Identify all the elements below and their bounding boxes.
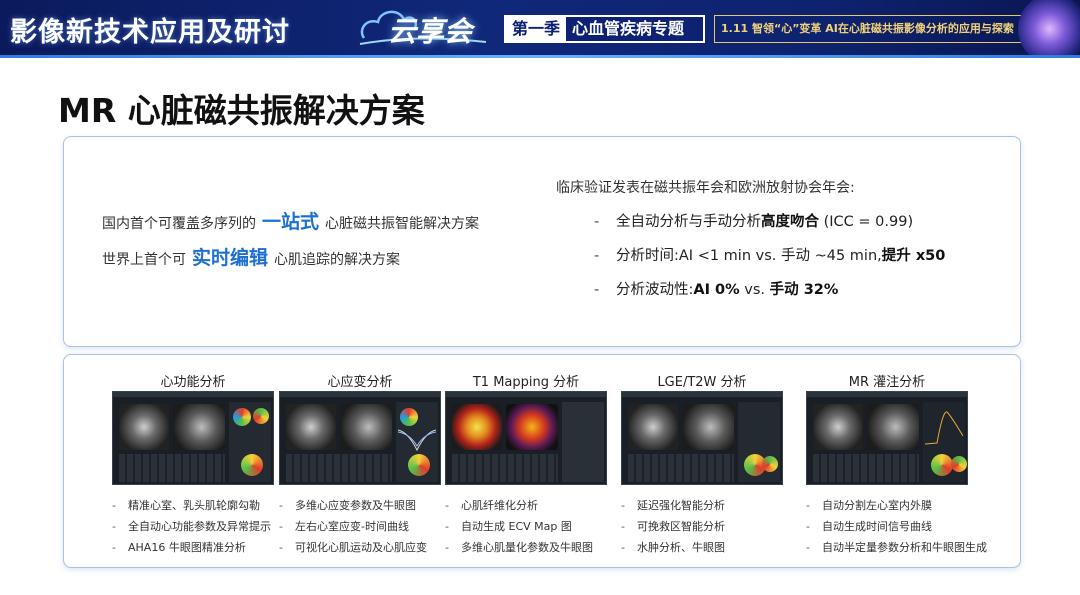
clinical-item: - 分析时间:AI <1 min vs. 手动 ~45 min,提升 x50 xyxy=(594,244,945,265)
list-item: - 可挽救区智能分析 xyxy=(621,520,725,533)
topic-label: 心血管疾病专题 xyxy=(572,19,685,38)
solution-summary-panel: 国内首个可覆盖多序列的 一站式 心脏磁共振智能解决方案 世界上首个可 实时编辑 … xyxy=(63,136,1021,347)
feature-line-2: 世界上首个可 实时编辑 心肌追踪的解决方案 xyxy=(102,243,400,270)
strain-screenshot-icon xyxy=(279,391,441,485)
clinical-text: 分析波动性: xyxy=(616,282,694,298)
clinical-text: 全自动分析与手动分析 xyxy=(616,214,761,230)
module-title: MR 灌注分析 xyxy=(848,375,926,390)
clinical-heading: 临床验证发表在磁共振年会和欧洲放射协会年会: xyxy=(556,180,855,196)
list-item: - 自动分割左心室内外膜 xyxy=(806,499,932,512)
banner-title: 影像新技术应用及研讨 xyxy=(10,17,290,48)
clinical-tail: (ICC = 0.99) xyxy=(819,214,914,230)
module-title: T1 Mapping 分析 xyxy=(472,375,580,390)
header-banner: 影像新技术应用及研讨 云享会 第一季 心血管疾病专题 1.11 智领“心”变革 … xyxy=(0,0,1080,58)
module-bullets: - 自动分割左心室内外膜 - 自动生成时间信号曲线 - 自动半定量参数分析和牛眼图生成 xyxy=(806,495,1006,558)
dash-bullet: - xyxy=(594,248,600,264)
list-item: - 心肌纤维化分析 xyxy=(445,499,538,512)
clinical-text: vs. xyxy=(739,282,770,298)
heart-graphic-icon xyxy=(1018,0,1080,58)
strain-curve-icon xyxy=(398,429,436,452)
feature-highlight: 一站式 xyxy=(262,211,320,233)
season-badge: 第一季 心血管疾病专题 xyxy=(504,15,705,43)
list-item: - 自动生成 ECV Map 图 xyxy=(445,520,572,533)
feature-text: 国内首个可覆盖多序列的 xyxy=(102,216,256,232)
signal-curve-icon xyxy=(925,411,963,445)
lge-screenshot-icon xyxy=(621,391,783,485)
season-label: 第一季 xyxy=(506,17,567,41)
clinical-bold: 高度吻合 xyxy=(761,214,819,230)
heart-function-screenshot-icon xyxy=(112,391,274,485)
list-item: - 延迟强化智能分析 xyxy=(621,499,725,512)
list-item: - 自动生成时间信号曲线 xyxy=(806,520,932,533)
list-item: - 多维心肌量化参数及牛眼图 xyxy=(445,541,593,554)
perfusion-screenshot-icon xyxy=(806,391,968,485)
feature-text: 世界上首个可 xyxy=(102,252,186,268)
clinical-bold: 手动 32% xyxy=(769,282,839,298)
dash-bullet: - xyxy=(594,214,600,230)
event-subtitle: 1.11 智领“心”变革 AI在心脏磁共振影像分析的应用与探索 xyxy=(714,15,1038,43)
logo-text: 云享会 xyxy=(388,15,473,48)
module-title: 心应变分析 xyxy=(327,375,393,390)
clinical-bold: AI 0% xyxy=(693,282,740,298)
clinical-item: - 全自动分析与手动分析高度吻合 (ICC = 0.99) xyxy=(594,210,913,231)
clinical-text: 分析时间:AI <1 min vs. 手动 ~45 min, xyxy=(616,248,882,264)
feature-highlight: 实时编辑 xyxy=(192,247,269,269)
feature-text: 心脏磁共振智能解决方案 xyxy=(325,216,480,232)
modules-panel: 心功能分析 - 精准心室、乳头肌轮廓勾勒 - 全自动心功能参数及异常提示 - AHA1… xyxy=(63,354,1021,568)
list-item: - 自动半定量参数分析和牛眼图生成 xyxy=(806,541,987,554)
module-bullets: - 心肌纤维化分析 - 自动生成 ECV Map 图 - 多维心肌量化参数及牛眼图 xyxy=(445,495,645,558)
feature-text: 心肌追踪的解决方案 xyxy=(274,252,401,268)
clinical-bold: 提升 x50 xyxy=(881,248,946,264)
t1-mapping-screenshot-icon xyxy=(445,391,607,485)
list-item: - 水肿分析、牛眼图 xyxy=(621,541,725,554)
dash-bullet: - xyxy=(594,282,600,298)
feature-line-1: 国内首个可覆盖多序列的 一站式 心脏磁共振智能解决方案 xyxy=(102,207,479,234)
module-title: LGE/T2W 分析 xyxy=(657,375,747,390)
page-title: MR 心脏磁共振解决方案 xyxy=(58,91,425,130)
module-bullets: - 延迟强化智能分析 - 可挽救区智能分析 - 水肿分析、牛眼图 xyxy=(621,495,821,558)
module-title: 心功能分析 xyxy=(160,375,226,390)
clinical-item: - 分析波动性:AI 0% vs. 手动 32% xyxy=(594,278,838,299)
